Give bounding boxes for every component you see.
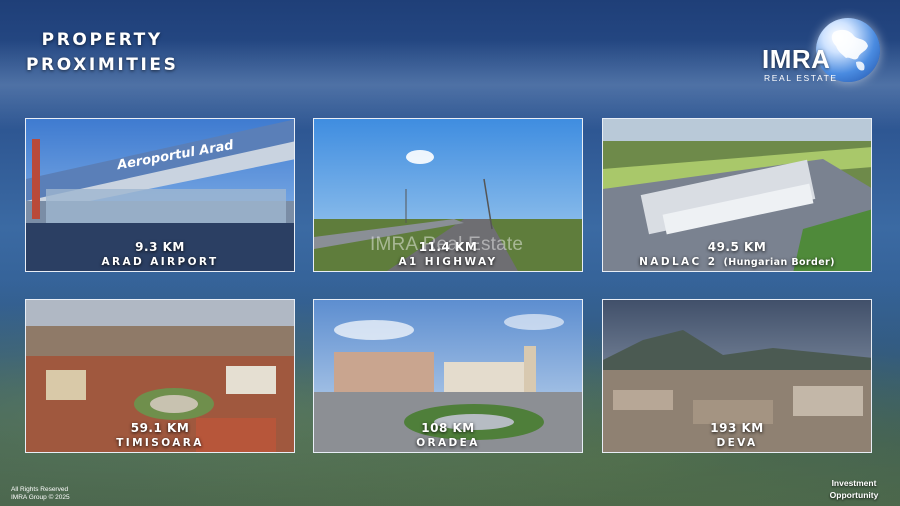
card-name: TIMISOARA [116, 437, 204, 449]
card-distance: 59.1 KM [130, 421, 190, 435]
card-distance: 193 KM [710, 421, 764, 435]
card-distance: 49.5 KM [707, 240, 767, 254]
proximity-card-nadlac-2: 49.5 KM NADLAC 2 (Hungarian Border) [602, 118, 872, 272]
proximity-card-timisoara: 59.1 KM TIMISOARA [25, 299, 295, 453]
badge-line-1: Investment [831, 478, 877, 488]
footer: All Rights Reserved IMRA Group © 2025 [11, 486, 70, 502]
logo-tagline: REAL ESTATE [764, 73, 838, 83]
card-distance: 9.3 KM [135, 240, 185, 254]
card-name: ARAD AIRPORT [101, 256, 219, 268]
logo-brand: IMRA [762, 44, 831, 74]
proximity-card-arad-airport: Aeroportul Arad 9.3 KM ARAD AIRPORT [25, 118, 295, 272]
proximity-card-oradea: 108 KM ORADEA [313, 299, 583, 453]
footer-copyright: IMRA Group © 2025 [11, 494, 70, 501]
proximity-card-deva: 193 KM DEVA [602, 299, 872, 453]
badge-line-2: Opportunity [829, 490, 879, 500]
page-title-line-2: PROXIMITIES [26, 55, 179, 75]
card-name: ORADEA [416, 437, 480, 449]
footer-rights: All Rights Reserved [11, 486, 69, 493]
page-title-line-1: PROPERTY [41, 30, 163, 50]
card-name: DEVA [716, 437, 758, 449]
investment-opportunity-badge: Investment Opportunity [814, 477, 894, 501]
card-name: A1 HIGHWAY [398, 256, 498, 268]
card-name-text: NADLAC 2 [639, 256, 718, 268]
page-title: PROPERTY PROXIMITIES [26, 28, 178, 78]
watermark: IMRA Real Estate [370, 234, 524, 255]
card-name-note: (Hungarian Border) [723, 257, 835, 268]
card-name: NADLAC 2 (Hungarian Border) [603, 256, 871, 268]
card-distance: 108 KM [421, 421, 475, 435]
imra-logo: IMRA REAL ESTATE [760, 18, 880, 84]
